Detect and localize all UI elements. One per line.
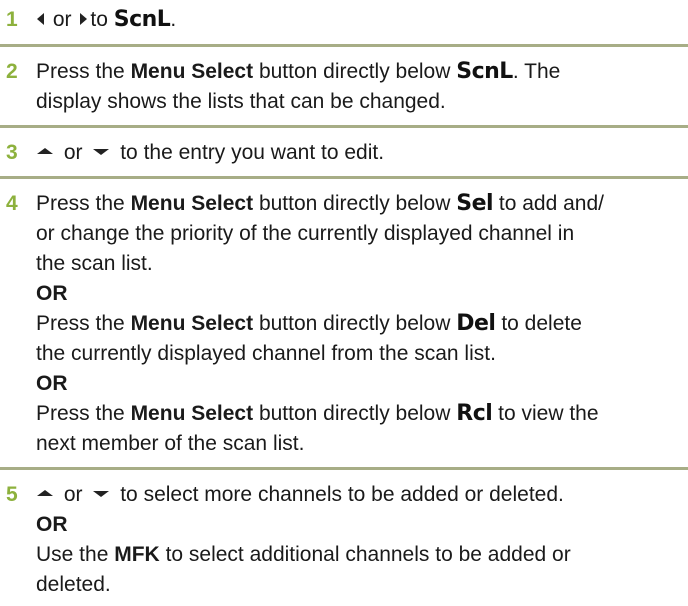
or-label: OR [36,513,68,536]
step-line: the scan list. [36,252,153,275]
procedure-steps: 1 or to ScnL. 2 Press the Menu Select bu… [0,0,688,606]
mfk-label: MFK [114,543,160,566]
step-5: 5 or to select more channels to be added… [0,470,688,606]
step-line: or change the priority of the currently … [36,222,575,245]
step-line: Press the Menu Select button directly be… [36,311,582,336]
step-3: 3 or to the entry you want to edit. [0,128,688,176]
step-number: 5 [6,483,18,506]
step-number: 1 [6,8,18,31]
display-text: ScnL [456,59,513,84]
right-arrow-key-icon [80,13,88,26]
step-line: or to select more channels to be added o… [36,480,688,510]
step-line: or to the entry you want to edit. [36,138,688,168]
step-4: 4 Press the Menu Select button directly … [0,179,688,467]
display-text: Rcl [456,401,493,426]
step-line: Press the Menu Select button directly be… [36,191,604,216]
step-1: 1 or to ScnL. [0,0,688,44]
step-number: 4 [6,192,18,215]
step-line: deleted. [36,573,111,596]
down-arrow-key-icon [93,149,110,156]
or-label: OR [36,372,68,395]
menu-select-label: Menu Select [130,402,254,425]
step-line: display shows the lists that can be chan… [36,90,446,113]
step-line: Use the MFK to select additional channel… [36,543,571,566]
step-line: next member of the scan list. [36,432,305,455]
step-line: Press the Menu Select button directly be… [36,401,599,426]
step-number: 3 [6,141,18,164]
menu-select-label: Menu Select [130,60,254,83]
step-line: the currently displayed channel from the… [36,342,496,365]
up-arrow-key-icon [37,490,53,497]
or-label: OR [36,282,68,305]
display-text: Del [456,311,496,336]
left-arrow-key-icon [37,13,44,26]
display-text: Sel [456,191,494,216]
down-arrow-key-icon [93,491,110,498]
step-number: 2 [6,60,18,83]
step-line: Press the Menu Select button directly be… [36,59,561,84]
up-arrow-key-icon [37,148,53,155]
display-text: ScnL [113,7,171,32]
menu-select-label: Menu Select [130,312,254,335]
step-line: or to ScnL. [36,5,688,35]
menu-select-label: Menu Select [130,192,254,215]
step-2: 2 Press the Menu Select button directly … [0,47,688,125]
